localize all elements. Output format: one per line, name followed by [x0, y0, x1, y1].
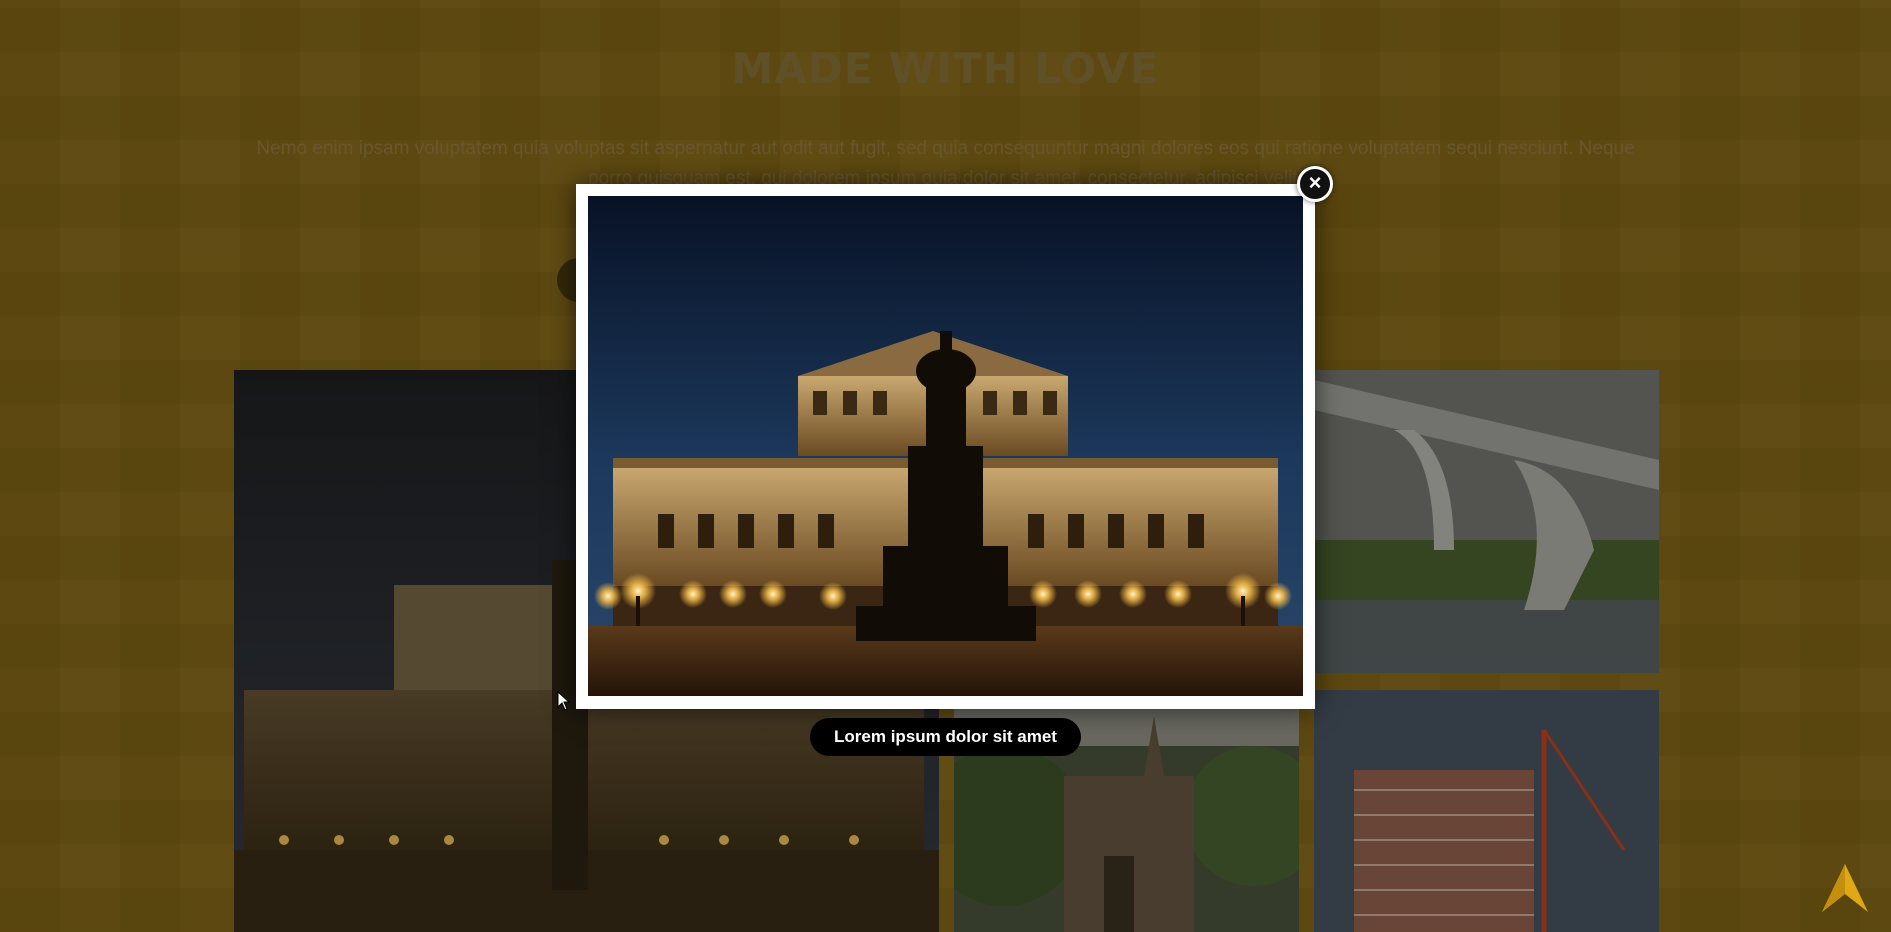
back-to-top-button[interactable] — [1820, 862, 1870, 914]
caption-text: Lorem ipsum dolor sit amet — [810, 718, 1081, 756]
arrow-up-icon — [1822, 864, 1868, 912]
close-icon: × — [1308, 170, 1322, 195]
lightbox-image — [588, 196, 1303, 696]
close-button[interactable]: × — [1297, 166, 1333, 202]
mouse-cursor-icon — [557, 691, 571, 711]
lightbox-frame — [576, 184, 1315, 709]
lightbox-caption: Lorem ipsum dolor sit amet — [0, 718, 1891, 756]
